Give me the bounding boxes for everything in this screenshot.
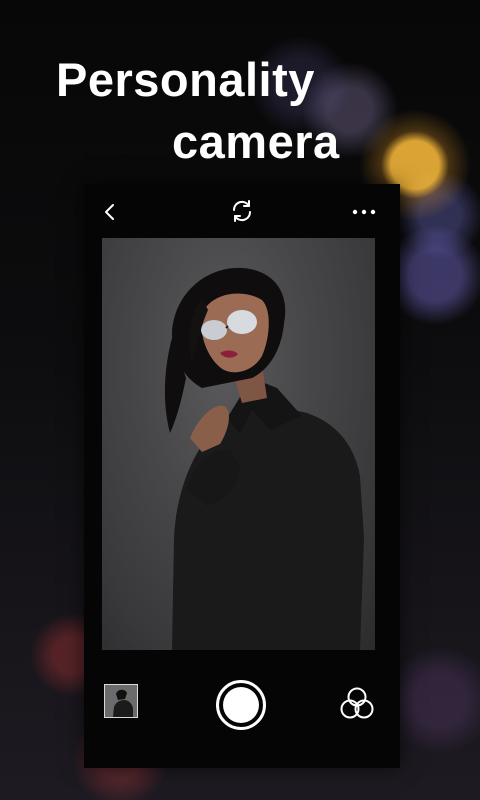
camera-preview bbox=[102, 238, 375, 650]
back-button[interactable] bbox=[92, 194, 128, 230]
gallery-thumbnail[interactable] bbox=[104, 684, 138, 718]
filters-icon bbox=[340, 687, 374, 719]
shutter-button-icon bbox=[223, 687, 259, 723]
camera-switch-icon bbox=[232, 200, 252, 222]
more-options-button[interactable] bbox=[346, 194, 382, 230]
camera-top-bar bbox=[84, 184, 400, 238]
chevron-left-icon bbox=[105, 204, 114, 220]
more-horizontal-icon bbox=[352, 209, 376, 215]
switch-camera-button[interactable] bbox=[224, 193, 260, 229]
headline-line-2: camera bbox=[172, 115, 340, 168]
portrait-photo bbox=[164, 267, 364, 650]
headline-line-1: Personality bbox=[56, 53, 315, 106]
camera-bottom-bar bbox=[84, 664, 400, 768]
camera-mockup bbox=[84, 184, 400, 768]
shutter-button[interactable] bbox=[216, 680, 266, 730]
filters-button[interactable] bbox=[337, 684, 377, 724]
gallery-preview-image bbox=[105, 685, 137, 717]
promo-screen: Personality camera bbox=[0, 0, 480, 800]
